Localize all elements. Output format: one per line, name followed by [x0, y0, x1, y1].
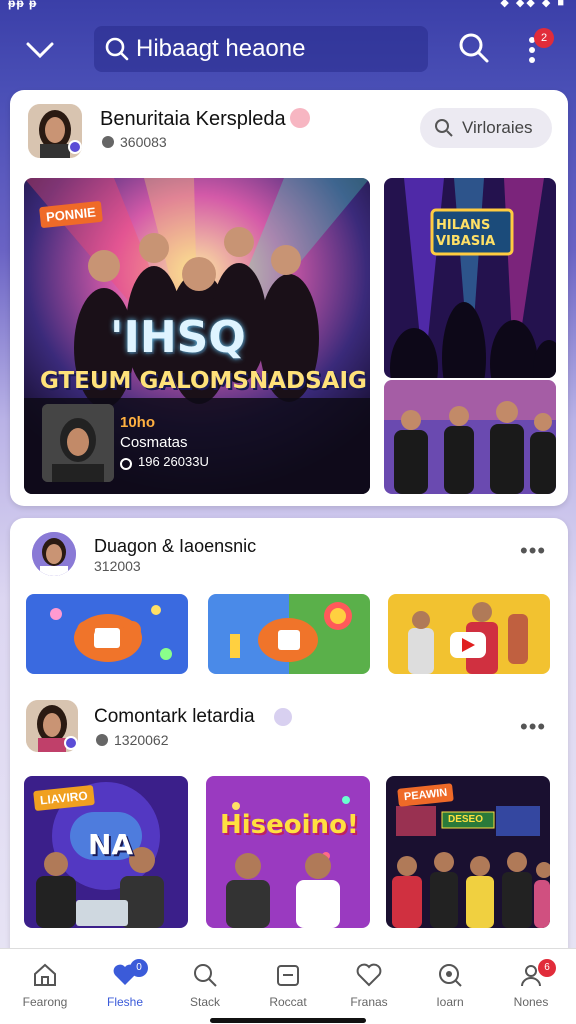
emoji-icon [274, 708, 292, 726]
search-icon [435, 119, 453, 137]
video-thumbnail[interactable] [388, 594, 550, 674]
thumb-overlay-text: Hiseoino! [220, 810, 359, 840]
clock-icon [120, 458, 132, 470]
caption-meta: 196 26033U [138, 454, 209, 469]
featured-video-thumbnail[interactable]: PONNIE 'IHSQ GTEUM GALOMSNADSAIG 10ho Co… [24, 178, 370, 494]
nav-item-likes[interactable]: Franas [328, 957, 410, 1019]
channel-name: Duagon & Iaoensnic [94, 536, 257, 556]
more-options-icon[interactable]: ••• [520, 538, 546, 564]
side-thumb-title: HILANS VIBASIA [436, 218, 496, 249]
channel-name: Comontark letardia [94, 706, 255, 727]
video-thumbnail[interactable] [384, 380, 556, 494]
status-icons: ◆ ◆◆ ◆ ■ [500, 0, 566, 9]
magnifier-icon [439, 964, 462, 987]
nav-item-profile[interactable]: Nones 6 [490, 957, 572, 1019]
nav-item-search[interactable]: Stack [164, 957, 246, 1019]
caption-title: 10ho [120, 414, 156, 431]
channel-meta: 360083 [120, 134, 167, 150]
creator-avatar [42, 404, 114, 482]
nav-item-favorites[interactable]: Fleshe 0 [84, 957, 166, 1019]
search-query: Hibaagt heaone [136, 35, 306, 62]
video-thumbnail[interactable]: Hiseoino! [206, 776, 370, 928]
nav-item-calendar[interactable]: Roccat [247, 957, 329, 1019]
search-input[interactable]: Hibaagt heaone [94, 26, 428, 72]
subscribers-icon [96, 734, 108, 746]
search-icon [194, 964, 217, 987]
status-time: ᵽᵽ ᵽ [8, 0, 38, 10]
nav-item-home[interactable]: Fearong [4, 957, 86, 1019]
channel-card: Benuritaia Kerspleda 360083 Virloraies P… [10, 90, 568, 506]
status-bar: ᵽᵽ ᵽ ◆ ◆◆ ◆ ■ [0, 0, 576, 14]
emoji-icon [290, 108, 310, 128]
channel-meta: 1320062 [114, 732, 169, 748]
channel-card: Duagon & Iaoensnic 312003 ••• Comontark … [10, 518, 568, 958]
chevron-back-icon [26, 42, 54, 59]
channel-name: Benuritaia Kerspleda [100, 108, 286, 130]
search-icon [105, 37, 129, 61]
more-options-icon[interactable]: ••• [520, 714, 546, 740]
thumb-overlay-text: NA [88, 828, 134, 861]
nav-label: Nones [513, 995, 549, 1009]
nav-item-explore[interactable]: Ioarn [409, 957, 491, 1019]
nav-label: Roccat [269, 995, 307, 1009]
close-button[interactable] [20, 30, 60, 70]
avatar[interactable] [32, 532, 76, 576]
thumb-sign-text: DESEO [448, 814, 484, 825]
channel-action-label: Virloraies [462, 118, 533, 137]
nav-badge: 6 [538, 959, 556, 977]
nav-badge: 0 [130, 959, 148, 977]
caption-name: Cosmatas [120, 434, 188, 451]
nav-label: Franas [350, 995, 388, 1009]
subscribers-icon [102, 136, 114, 148]
channel-action-button[interactable]: Virloraies [420, 108, 552, 148]
search-button[interactable] [456, 30, 492, 66]
nav-label: Fleshe [106, 995, 144, 1009]
bottom-navigation: Fearong Fleshe 0 Stack Roccat Franas Ioa… [0, 948, 576, 1024]
nav-label: Stack [189, 995, 220, 1009]
calendar-icon [277, 965, 299, 986]
home-indicator [210, 1018, 366, 1023]
video-thumbnail[interactable] [208, 594, 370, 674]
verified-badge-icon [68, 140, 82, 154]
channel-meta: 312003 [94, 558, 141, 574]
video-thumbnail[interactable]: HILANS VIBASIA [384, 178, 556, 378]
video-thumbnail[interactable]: LIAVIRO NA [24, 776, 188, 928]
nav-label: Ioarn [436, 995, 464, 1009]
video-thumbnail[interactable] [26, 594, 188, 674]
video-thumbnail[interactable]: PEAWIN DESEO [386, 776, 550, 928]
top-bar: Hibaagt heaone 2 [0, 18, 576, 80]
featured-subtitle: GTEUM GALOMSNADSAIG [40, 368, 367, 394]
heart-outline-icon [356, 963, 382, 987]
notification-badge: 2 [534, 28, 554, 48]
home-icon [34, 963, 56, 986]
featured-title: 'IHSQ [110, 312, 246, 363]
verified-badge-icon [64, 736, 78, 750]
nav-label: Fearong [22, 995, 68, 1009]
search-icon [459, 33, 489, 63]
